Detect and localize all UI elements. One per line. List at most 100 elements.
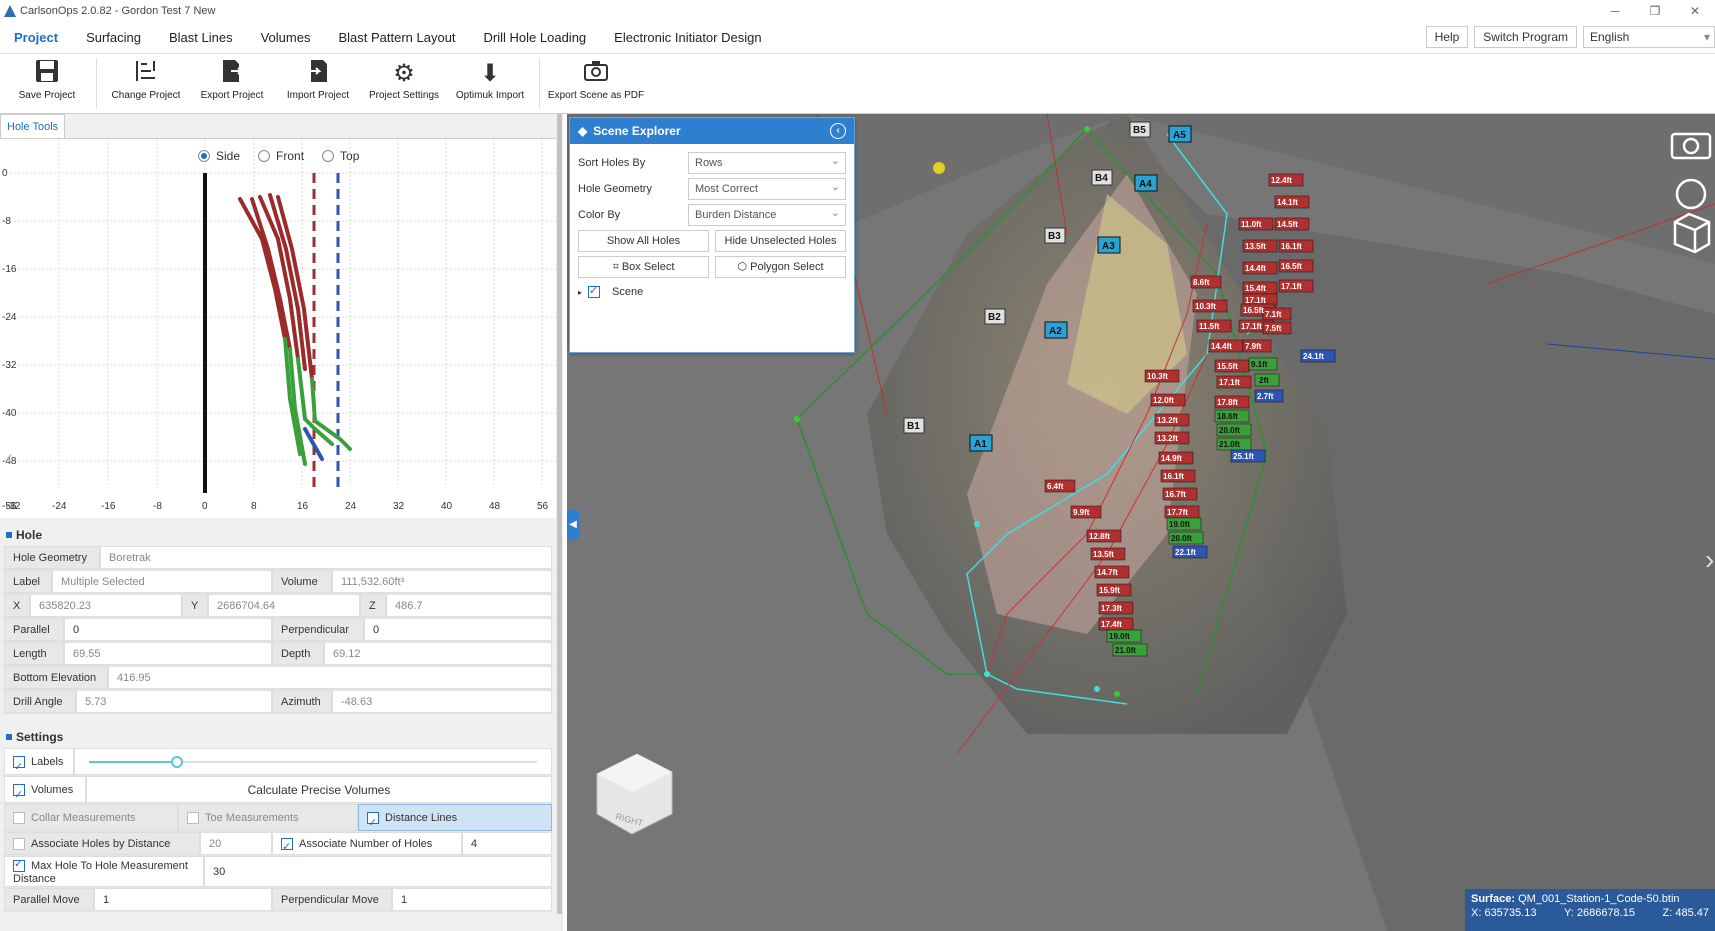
surface-status-bar: Surface: QM_001_Station-1_Code-50.btin X… — [1465, 889, 1715, 931]
svg-text:14.7ft: 14.7ft — [1097, 568, 1118, 577]
view-side-radio[interactable]: Side — [198, 149, 240, 163]
x-tick: 56 — [537, 501, 549, 512]
hole-geometry-value[interactable]: Boretrak — [100, 546, 552, 569]
perpendicular-value[interactable]: 0 — [364, 618, 552, 641]
svg-text:16.5ft: 16.5ft — [1281, 262, 1302, 271]
hole-section-title: Hole — [16, 528, 43, 542]
label-value[interactable]: Multiple Selected — [52, 570, 272, 593]
language-select[interactable]: English — [1583, 26, 1715, 48]
bottom-elevation-value: 416.95 — [108, 666, 552, 689]
y-value[interactable]: 2686704.64 — [208, 594, 360, 617]
color-by-select[interactable]: Burden Distance — [688, 203, 846, 226]
collapse-explorer-icon[interactable]: ‹ — [830, 123, 846, 139]
tab-drill-hole-loading[interactable]: Drill Hole Loading — [470, 22, 601, 54]
svg-text:16.7ft: 16.7ft — [1165, 490, 1186, 499]
polygon-select-icon: ⬡ — [737, 261, 751, 273]
associate-distance-value[interactable]: 20 — [200, 832, 272, 855]
x-tick: 0 — [202, 501, 208, 512]
left-panel-scrollbar[interactable] — [556, 114, 563, 931]
svg-text:13.5ft: 13.5ft — [1093, 550, 1114, 559]
svg-text:14.5ft: 14.5ft — [1277, 220, 1298, 229]
optimuk-import-button[interactable]: ⬇ Optimuk Import — [447, 54, 533, 101]
radio-front-icon — [258, 150, 271, 162]
svg-text:15.4ft: 15.4ft — [1245, 284, 1266, 293]
labels-checkbox[interactable]: Labels — [4, 748, 74, 781]
svg-text:17.3ft: 17.3ft — [1101, 604, 1122, 613]
box-select-button[interactable]: ⌗ Box Select — [578, 256, 709, 278]
minimize-icon[interactable]: ─ — [1595, 0, 1635, 22]
tab-blast-lines[interactable]: Blast Lines — [155, 22, 247, 54]
distance-lines-checkbox[interactable]: Distance Lines — [358, 804, 552, 837]
volume-label: Volume — [272, 570, 332, 593]
associate-number-value[interactable]: 4 — [462, 832, 552, 855]
distance-lines-label: Distance Lines — [385, 812, 458, 824]
download-arrow-icon: ⬇ — [479, 60, 501, 87]
associate-by-distance-checkbox[interactable]: Associate Holes by Distance — [4, 832, 200, 855]
svg-text:11.5ft: 11.5ft — [1199, 322, 1220, 331]
export-scene-pdf-button[interactable]: Export Scene as PDF — [546, 54, 646, 101]
close-icon[interactable]: ✕ — [1675, 0, 1715, 22]
labels-size-slider[interactable] — [74, 748, 552, 775]
restore-icon[interactable]: ❐ — [1635, 0, 1675, 22]
azimuth-label: Azimuth — [272, 690, 332, 713]
x-tick: 8 — [251, 501, 257, 512]
rotate-orbit-icon — [1675, 178, 1707, 210]
svg-text:9.1ft: 9.1ft — [1251, 360, 1268, 369]
perpendicular-move-value[interactable]: 1 — [392, 888, 552, 911]
change-project-button[interactable]: Change Project — [103, 54, 189, 101]
max-hole-distance-value[interactable]: 30 — [204, 856, 552, 887]
z-value[interactable]: 486.7 — [386, 594, 552, 617]
hole-profile-svg: 0 -8 -16 -24 -32 -40 -48 -56 -32 -24 -16… — [2, 139, 556, 512]
gear-icon: ⚙ — [393, 60, 415, 87]
expand-arrow-icon[interactable]: ▸ — [578, 288, 582, 297]
hide-unselected-holes-button[interactable]: Hide Unselected Holes — [715, 230, 846, 252]
parallel-move-value[interactable]: 1 — [94, 888, 272, 911]
associate-number-checkbox[interactable]: Associate Number of Holes — [272, 832, 462, 859]
scene-visibility-checkbox[interactable] — [588, 284, 601, 298]
polygon-select-label: Polygon Select — [750, 261, 824, 273]
polygon-select-button[interactable]: ⬡ Polygon Select — [715, 256, 846, 278]
export-project-button[interactable]: Export Project — [189, 54, 275, 101]
calculate-precise-volumes-button[interactable]: Calculate Precise Volumes — [86, 776, 552, 803]
checkbox-unchecked-icon — [13, 812, 25, 825]
color-by-label: Color By — [578, 209, 621, 221]
save-project-label: Save Project — [18, 90, 76, 101]
tab-electronic-initiator-design[interactable]: Electronic Initiator Design — [600, 22, 775, 54]
tab-project[interactable]: Project — [0, 22, 72, 54]
plot-prev-icon[interactable]: ‹ — [6, 447, 13, 469]
toe-measurements-checkbox[interactable]: Toe Measurements — [178, 804, 358, 831]
tab-volumes[interactable]: Volumes — [247, 22, 325, 54]
save-project-button[interactable]: Save Project — [4, 54, 90, 101]
sort-holes-select[interactable]: Rows — [688, 151, 846, 174]
tab-blast-pattern-layout[interactable]: Blast Pattern Layout — [324, 22, 469, 54]
project-settings-button[interactable]: ⚙ Project Settings — [361, 54, 447, 101]
parallel-value[interactable]: 0 — [64, 618, 272, 641]
tab-surfacing[interactable]: Surfacing — [72, 22, 155, 54]
x-tick: -16 — [101, 501, 116, 512]
tab-hole-tools[interactable]: Hole Tools — [0, 114, 66, 138]
max-hole-distance-checkbox[interactable]: Max Hole To Hole Measurement Distance — [4, 856, 204, 887]
drill-angle-value: 5.73 — [76, 690, 272, 713]
show-all-holes-button[interactable]: Show All Holes — [578, 230, 709, 252]
svg-text:14.4ft: 14.4ft — [1245, 264, 1266, 273]
view-top-radio[interactable]: Top — [322, 149, 359, 163]
hole-geometry-select[interactable]: Most Correct — [688, 177, 846, 200]
hole-marker-b5: B5 — [1133, 125, 1146, 136]
scene-next-icon[interactable]: › — [1705, 544, 1714, 575]
optimuk-import-label: Optimuk Import — [455, 90, 525, 101]
scene-tools[interactable] — [1670, 132, 1712, 254]
help-button[interactable]: Help — [1425, 26, 1469, 48]
x-value[interactable]: 635820.23 — [30, 594, 182, 617]
scene-tree-item[interactable]: ▸ Scene — [570, 280, 854, 304]
import-project-button[interactable]: Import Project — [275, 54, 361, 101]
switch-program-button[interactable]: Switch Program — [1474, 26, 1577, 48]
collar-measurements-checkbox[interactable]: Collar Measurements — [4, 804, 178, 831]
depth-label: Depth — [272, 642, 324, 665]
max-hole-distance-label: Max Hole To Hole Measurement Distance — [13, 860, 188, 885]
volumes-label: Volumes — [31, 784, 74, 796]
hole-section: Hole Hole Geometry Boretrak Label Multip… — [0, 524, 556, 714]
slider-handle[interactable] — [171, 756, 183, 768]
x-tick: 24 — [345, 501, 357, 512]
collapse-left-panel-button[interactable]: ◀ — [567, 510, 579, 540]
view-front-radio[interactable]: Front — [258, 149, 304, 163]
